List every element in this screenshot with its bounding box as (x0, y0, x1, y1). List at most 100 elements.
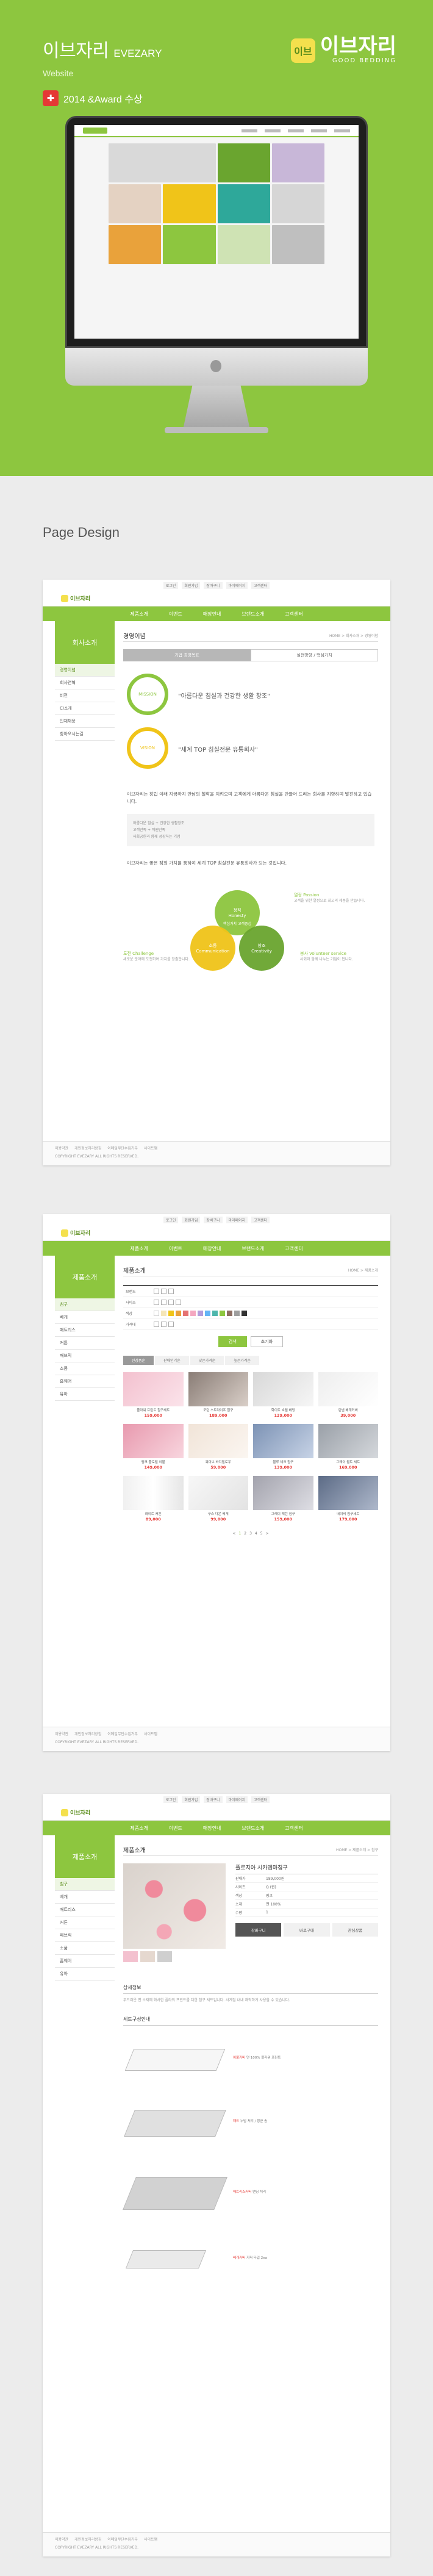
checkbox[interactable] (161, 1289, 166, 1294)
sidebar-item-baby[interactable]: 유아 (55, 1388, 115, 1401)
util-cart-link[interactable]: 장바구니 (204, 581, 223, 589)
nav-event[interactable]: 이벤트 (169, 1245, 182, 1252)
sort-new[interactable]: 신상품순 (123, 1356, 154, 1365)
util-cart-link[interactable]: 장바구니 (204, 1216, 223, 1223)
color-swatch[interactable] (242, 1311, 247, 1316)
pager-page[interactable]: 5 (260, 1531, 263, 1536)
product-card[interactable]: 모던 스트라이프 침구 189,000 (188, 1372, 248, 1418)
checkbox[interactable] (176, 1300, 181, 1305)
wishlist-button[interactable]: 관심상품 (332, 1923, 378, 1937)
color-swatch[interactable] (220, 1311, 225, 1316)
sidebar-item-bedding[interactable]: 침구 (55, 1878, 115, 1891)
reset-button[interactable]: 초기화 (250, 1336, 284, 1347)
color-swatch[interactable] (154, 1311, 159, 1316)
color-swatch[interactable] (176, 1311, 181, 1316)
footer-sitemap-link[interactable]: 사이트맵 (144, 1731, 157, 1736)
checkbox[interactable] (168, 1289, 174, 1294)
nav-cs[interactable]: 고객센터 (285, 1245, 302, 1252)
util-cart-link[interactable]: 장바구니 (204, 1796, 223, 1803)
util-mypage-link[interactable]: 마이페이지 (226, 1796, 248, 1803)
footer-email-link[interactable]: 이메일무단수집거부 (107, 1731, 138, 1736)
tab-values[interactable]: 실천방향 / 핵심가치 (251, 649, 378, 661)
nav-stores[interactable]: 매장안내 (203, 1245, 221, 1252)
pager-page[interactable]: 3 (249, 1531, 252, 1536)
site-logo[interactable]: 이브자리 (61, 594, 90, 602)
util-join-link[interactable]: 회원가입 (182, 1796, 201, 1803)
footer-privacy-link[interactable]: 개인정보처리방침 (74, 1145, 101, 1151)
util-login-link[interactable]: 로그인 (163, 1796, 179, 1803)
color-swatch[interactable] (161, 1311, 166, 1316)
product-card[interactable]: 화이트 호텔 베딩 129,000 (253, 1372, 313, 1418)
sidebar-item-props[interactable]: 소품 (55, 1362, 115, 1375)
color-swatch[interactable] (183, 1311, 188, 1316)
checkbox[interactable] (154, 1289, 159, 1294)
sidebar-item-fabric[interactable]: 패브릭 (55, 1929, 115, 1942)
pager-next[interactable]: > (266, 1531, 269, 1536)
sidebar-item-history[interactable]: 회사연혁 (55, 677, 115, 689)
product-card[interactable]: 화이트 커튼 89,000 (123, 1476, 184, 1522)
thumbnail[interactable] (157, 1951, 172, 1962)
pager-prev[interactable]: < (232, 1531, 235, 1536)
nav-brand[interactable]: 브랜드소개 (242, 611, 264, 617)
footer-email-link[interactable]: 이메일무단수집거부 (107, 1145, 138, 1151)
checkbox[interactable] (168, 1300, 174, 1305)
nav-cs[interactable]: 고객센터 (285, 611, 302, 617)
color-swatch[interactable] (198, 1311, 203, 1316)
checkbox[interactable] (161, 1322, 166, 1327)
util-cs-link[interactable]: 고객센터 (251, 581, 270, 589)
util-mypage-link[interactable]: 마이페이지 (226, 1216, 248, 1223)
quantity-stepper[interactable]: 1 (266, 1910, 268, 1915)
util-cs-link[interactable]: 고객센터 (251, 1216, 270, 1223)
sidebar-item-mattress[interactable]: 매트리스 (55, 1324, 115, 1337)
product-card[interactable]: 플라워 프린트 침구세트 159,000 (123, 1372, 184, 1418)
site-logo[interactable]: 이브자리 (61, 1229, 90, 1237)
thumbnail[interactable] (140, 1951, 155, 1962)
buy-now-button[interactable]: 바로구매 (284, 1923, 330, 1937)
footer-privacy-link[interactable]: 개인정보처리방침 (74, 1731, 101, 1736)
sidebar-item-vision[interactable]: 비전 (55, 689, 115, 702)
tab-goal[interactable]: 기업 경영목표 (123, 649, 251, 661)
product-card[interactable]: 핑크 플로럴 이불 149,000 (123, 1424, 184, 1470)
sidebar-item-philosophy[interactable]: 경영이념 (55, 664, 115, 677)
util-mypage-link[interactable]: 마이페이지 (226, 581, 248, 589)
sort-high-price[interactable]: 높은가격순 (225, 1356, 259, 1365)
add-to-cart-button[interactable]: 장바구니 (235, 1923, 282, 1937)
nav-stores[interactable]: 매장안내 (203, 1825, 221, 1832)
nav-products[interactable]: 제품소개 (130, 1245, 148, 1252)
product-card[interactable]: 네이비 침구세트 179,000 (318, 1476, 378, 1522)
color-swatch[interactable] (212, 1311, 218, 1316)
nav-cs[interactable]: 고객센터 (285, 1825, 302, 1832)
util-join-link[interactable]: 회원가입 (182, 581, 201, 589)
sidebar-item-ci[interactable]: CI소개 (55, 702, 115, 715)
nav-products[interactable]: 제품소개 (130, 611, 148, 617)
product-card[interactable]: 그레이 패턴 침구 159,000 (253, 1476, 313, 1522)
color-swatch[interactable] (205, 1311, 210, 1316)
sidebar-item-mattress[interactable]: 매트리스 (55, 1904, 115, 1916)
footer-terms-link[interactable]: 이용약관 (55, 1731, 68, 1736)
footer-sitemap-link[interactable]: 사이트맵 (144, 2536, 157, 2542)
product-card[interactable]: 린넨 베개커버 39,000 (318, 1372, 378, 1418)
product-card[interactable]: 웨이브 바디필로우 59,000 (188, 1424, 248, 1470)
sidebar-item-pillow[interactable]: 베개 (55, 1311, 115, 1324)
nav-products[interactable]: 제품소개 (130, 1825, 148, 1832)
sidebar-item-bedding[interactable]: 침구 (55, 1298, 115, 1311)
nav-stores[interactable]: 매장안내 (203, 611, 221, 617)
util-login-link[interactable]: 로그인 (163, 1216, 179, 1223)
checkbox[interactable] (161, 1300, 166, 1305)
sidebar-item-homewear[interactable]: 홈웨어 (55, 1375, 115, 1388)
product-card[interactable]: 블루 체크 침구 139,000 (253, 1424, 313, 1470)
sidebar-item-props[interactable]: 소품 (55, 1942, 115, 1955)
footer-terms-link[interactable]: 이용약관 (55, 2536, 68, 2542)
pager-page[interactable]: 4 (255, 1531, 257, 1536)
product-card[interactable]: 구스 다운 베개 99,000 (188, 1476, 248, 1522)
util-login-link[interactable]: 로그인 (163, 581, 179, 589)
checkbox[interactable] (154, 1322, 159, 1327)
sidebar-item-pillow[interactable]: 베개 (55, 1891, 115, 1904)
size-select[interactable]: Q (퀸) (266, 1884, 276, 1890)
nav-brand[interactable]: 브랜드소개 (242, 1245, 264, 1252)
nav-event[interactable]: 이벤트 (169, 1825, 182, 1832)
sort-popular[interactable]: 판매인기순 (155, 1356, 189, 1365)
util-cs-link[interactable]: 고객센터 (251, 1796, 270, 1803)
sort-low-price[interactable]: 낮은가격순 (190, 1356, 224, 1365)
site-logo[interactable]: 이브자리 (61, 1808, 90, 1816)
